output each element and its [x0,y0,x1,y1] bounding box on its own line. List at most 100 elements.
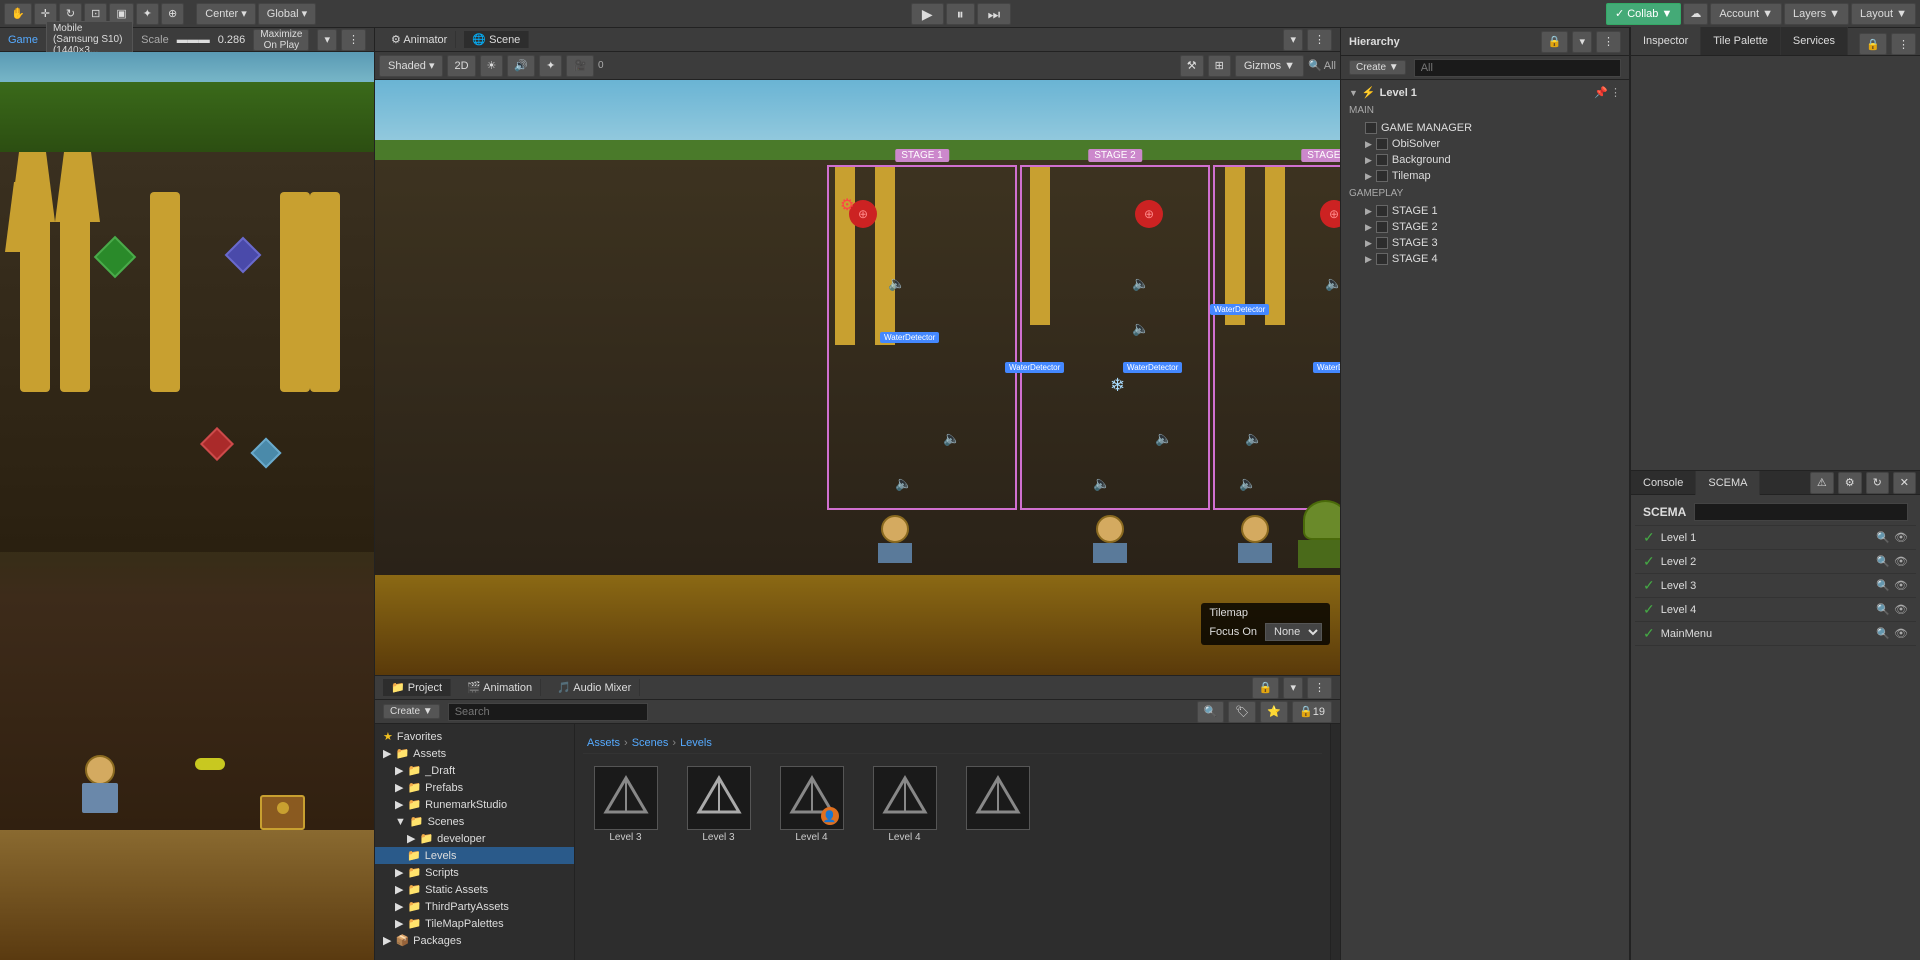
scene-menu-btn[interactable]: ⋮ [1610,86,1621,99]
layout-dropdown[interactable]: Layout ▼ [1851,3,1916,25]
project-menu-btn[interactable]: ⋮ [1307,677,1332,699]
scema-level3-eye[interactable]: 👁 [1894,579,1908,592]
services-tab[interactable]: Services [1781,27,1848,55]
game-tab[interactable]: Game [8,34,38,46]
scema-level3[interactable]: ✓ Level 3 🔍 👁 [1635,574,1916,598]
tile-palette-tab[interactable]: Tile Palette [1701,27,1781,55]
game-manager-cb[interactable] [1365,122,1377,134]
scema-warning-btn[interactable]: ⚠ [1810,472,1834,494]
file-extra[interactable] [955,762,1040,847]
cloud-button[interactable]: ☁ [1683,3,1708,25]
developer-item[interactable]: ▶ 📁 developer [375,830,574,847]
level1-scene-item[interactable]: ▼ ⚡ Level 1 📌 ⋮ [1341,84,1629,101]
game-manager-item[interactable]: GAME MANAGER [1341,120,1629,136]
scripts-item[interactable]: ▶ 📁 Scripts [375,864,574,881]
collab-button[interactable]: ✓ Collab ▼ [1606,3,1681,25]
background-cb[interactable] [1376,154,1388,166]
scema-level2[interactable]: ✓ Level 2 🔍 👁 [1635,550,1916,574]
scene-menu-btn[interactable]: ⋮ [1307,29,1332,51]
focus-dropdown[interactable]: None [1265,623,1322,641]
scema-mainmenu-eye[interactable]: 👁 [1894,627,1908,640]
scene-viewport[interactable]: ⊕ ⊕ ⊕ ⚙ STAGE 1 STAGE 2 STAGE 3 WaterDet… [375,80,1340,675]
tilemap-item[interactable]: ▶ Tilemap [1341,168,1629,184]
console-tab[interactable]: Console [1631,471,1696,495]
scema-settings-btn[interactable]: ⚙ [1838,472,1862,494]
audio-mixer-tab[interactable]: 🎵 Audio Mixer [549,679,640,696]
pause-button[interactable]: ⏸ [946,3,975,25]
maximize-on-play-btn[interactable]: Maximize On Play [253,29,309,51]
global-dropdown[interactable]: Global ▾ [258,3,316,25]
scema-tab[interactable]: SCEMA [1696,471,1760,495]
scenes-item[interactable]: ▼ 📁 Scenes [375,813,574,830]
play-button[interactable]: ▶ [911,3,944,25]
project-tab[interactable]: 📁 Project [383,679,451,696]
file-level3-dark[interactable]: Level 3 [583,762,668,847]
files-scrollbar[interactable] [1330,724,1340,960]
pivot-tool-btn[interactable]: ⊕ [161,3,184,25]
runemark-item[interactable]: ▶ 📁 RunemarkStudio [375,796,574,813]
inspector-tab[interactable]: Inspector [1631,27,1701,55]
layers-dropdown[interactable]: Layers ▼ [1784,3,1849,25]
scema-level4[interactable]: ✓ Level 4 🔍 👁 [1635,598,1916,622]
scema-refresh-btn[interactable]: ↻ [1866,472,1889,494]
tilemap-palettes-item[interactable]: ▶ 📁 TileMapPalettes [375,915,574,932]
scema-level2-eye[interactable]: 👁 [1894,555,1908,568]
scema-level4-eye[interactable]: 👁 [1894,603,1908,616]
scale-slider[interactable]: ▬▬▬ [177,34,210,46]
fx-btn[interactable]: ✦ [539,55,562,77]
hierarchy-search[interactable] [1414,59,1621,77]
scema-search-input[interactable] [1694,503,1908,521]
project-collapse-btn[interactable]: ▾ [1283,677,1303,699]
scema-level2-search[interactable]: 🔍 [1876,555,1890,568]
count-btn[interactable]: 🔒19 [1292,701,1332,723]
scema-level1-eye[interactable]: 👁 [1894,531,1908,544]
scema-close-btn[interactable]: ✕ [1893,472,1916,494]
create-btn[interactable]: Create ▼ [383,704,440,719]
scene-pin-btn[interactable]: 📌 [1594,86,1608,99]
favorites-item[interactable]: ★ Favorites [375,728,574,745]
hand-tool-btn[interactable]: ✋ [4,3,32,25]
step-button[interactable]: ⏭ [977,3,1012,25]
hierarchy-menu-btn[interactable]: ⋮ [1596,31,1621,53]
stage3-item[interactable]: ▶ STAGE 3 [1341,235,1629,251]
light-btn[interactable]: ☀ [480,55,504,77]
animation-tab[interactable]: 🎬 Animation [459,679,541,696]
2d-btn[interactable]: 2D [447,55,475,77]
center-dropdown[interactable]: Center ▾ [196,3,256,25]
hierarchy-collapse-btn[interactable]: ▾ [1572,31,1592,53]
assets-item[interactable]: ▶ 📁 Assets [375,745,574,762]
scema-level3-search[interactable]: 🔍 [1876,579,1890,592]
scene-tab[interactable]: 🌐 Scene [464,31,529,48]
scema-level4-search[interactable]: 🔍 [1876,603,1890,616]
file-level4-badge[interactable]: 👤 Level 4 [769,762,854,847]
draft-item[interactable]: ▶ 📁 _Draft [375,762,574,779]
stage4-cb[interactable] [1376,253,1388,265]
tilemap-cb[interactable] [1376,170,1388,182]
obi-solver-cb[interactable] [1376,138,1388,150]
third-party-item[interactable]: ▶ 📁 ThirdPartyAssets [375,898,574,915]
shaded-dropdown[interactable]: Shaded ▾ [379,55,443,77]
stage2-cb[interactable] [1376,221,1388,233]
packages-item[interactable]: ▶ 📦 Packages [375,932,574,949]
animator-tab[interactable]: ⚙ Animator [383,31,456,48]
levels-item[interactable]: 📁 Levels [375,847,574,864]
tag-btn[interactable]: 🏷 [1228,701,1256,723]
file-level4[interactable]: Level 4 [862,762,947,847]
game-panel-close-btn[interactable]: ▾ [317,29,337,51]
hierarchy-create-btn[interactable]: Create ▼ [1349,60,1406,75]
breadcrumb-scenes[interactable]: Scenes [632,737,669,749]
scema-level1-search[interactable]: 🔍 [1876,531,1890,544]
inspector-menu-btn[interactable]: ⋮ [1891,33,1916,55]
transform-btn[interactable]: ⊞ [1208,55,1231,77]
stage4-item[interactable]: ▶ STAGE 4 [1341,251,1629,267]
background-item[interactable]: ▶ Background [1341,152,1629,168]
stage2-item[interactable]: ▶ STAGE 2 [1341,219,1629,235]
custom-tool-btn[interactable]: ✦ [136,3,159,25]
prefabs-item[interactable]: ▶ 📁 Prefabs [375,779,574,796]
scene-collapse-btn[interactable]: ▾ [1283,29,1303,51]
account-dropdown[interactable]: Account ▼ [1710,3,1782,25]
game-panel-menu-btn[interactable]: ⋮ [341,29,366,51]
audio-btn[interactable]: 🔊 [507,55,535,77]
scema-mainmenu[interactable]: ✓ MainMenu 🔍 👁 [1635,622,1916,646]
scema-level1[interactable]: ✓ Level 1 🔍 👁 [1635,526,1916,550]
